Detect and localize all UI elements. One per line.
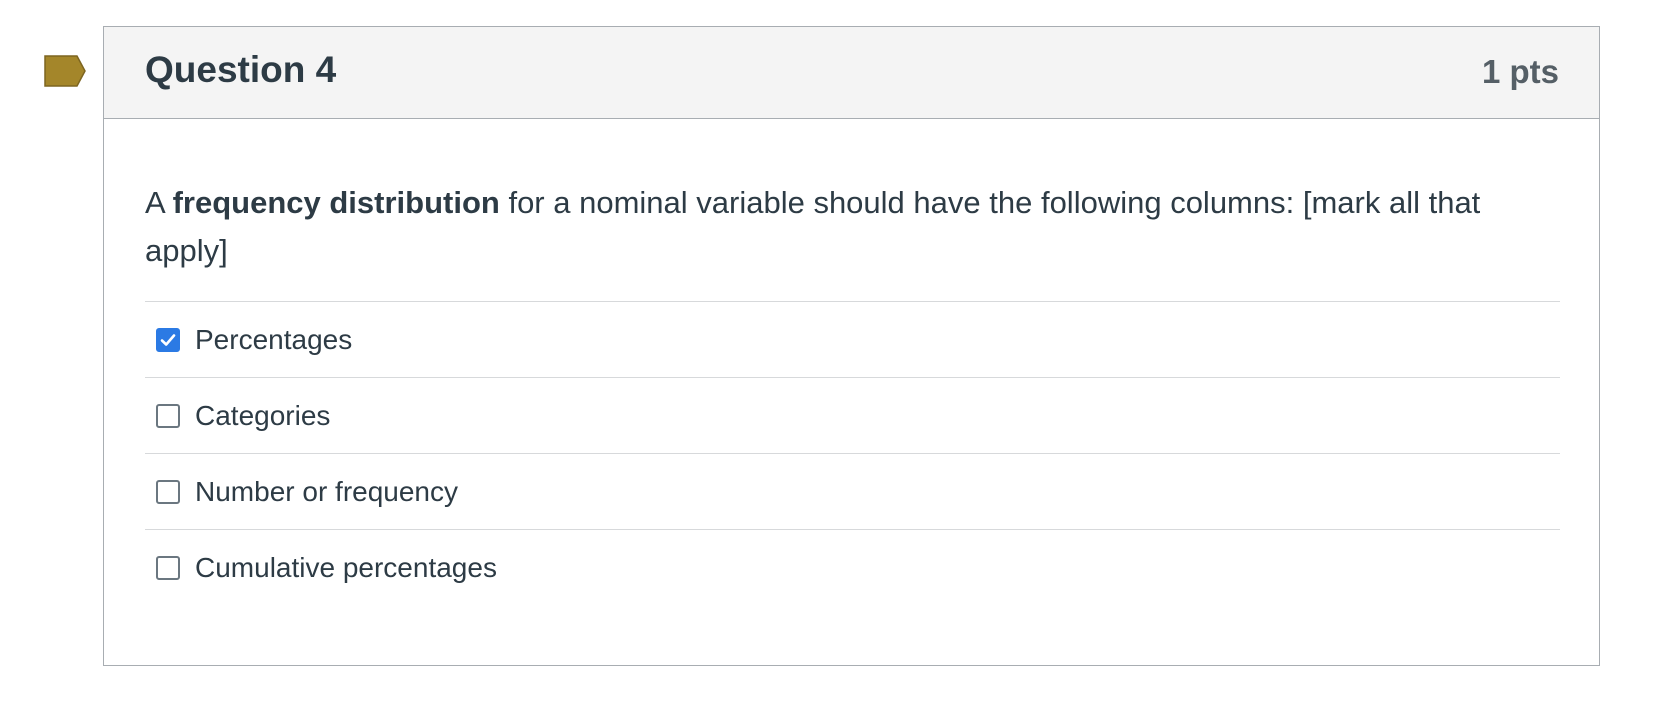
- answer-option[interactable]: Categories: [145, 378, 1560, 454]
- question-text-prefix: A: [145, 185, 173, 220]
- question-points: 1 pts: [1481, 53, 1559, 90]
- checkmark-icon: [160, 333, 176, 346]
- question-header: Question 4 1 pts: [104, 27, 1599, 119]
- question-body: A frequency distribution for a nominal v…: [104, 119, 1599, 606]
- question-flag-icon[interactable]: [44, 55, 86, 87]
- answer-option[interactable]: Percentages: [145, 302, 1560, 378]
- question-card: Question 4 1 pts A frequency distributio…: [103, 26, 1600, 666]
- answer-label: Percentages: [195, 323, 353, 355]
- checkbox[interactable]: [156, 556, 180, 580]
- answer-list: Percentages Categories Number or frequen…: [145, 301, 1560, 606]
- question-text: A frequency distribution for a nominal v…: [145, 119, 1559, 301]
- question-title: Question 4: [145, 49, 337, 90]
- checkbox[interactable]: [156, 403, 180, 428]
- checkbox[interactable]: [156, 327, 180, 352]
- checkbox[interactable]: [156, 479, 180, 504]
- answer-label: Categories: [195, 399, 331, 431]
- question-text-bold: frequency distribution: [172, 185, 500, 220]
- answer-label: Number or frequency: [195, 475, 459, 507]
- answer-option[interactable]: Cumulative percentages: [145, 530, 1560, 606]
- answer-label: Cumulative percentages: [195, 552, 497, 583]
- answer-option[interactable]: Number or frequency: [145, 454, 1560, 530]
